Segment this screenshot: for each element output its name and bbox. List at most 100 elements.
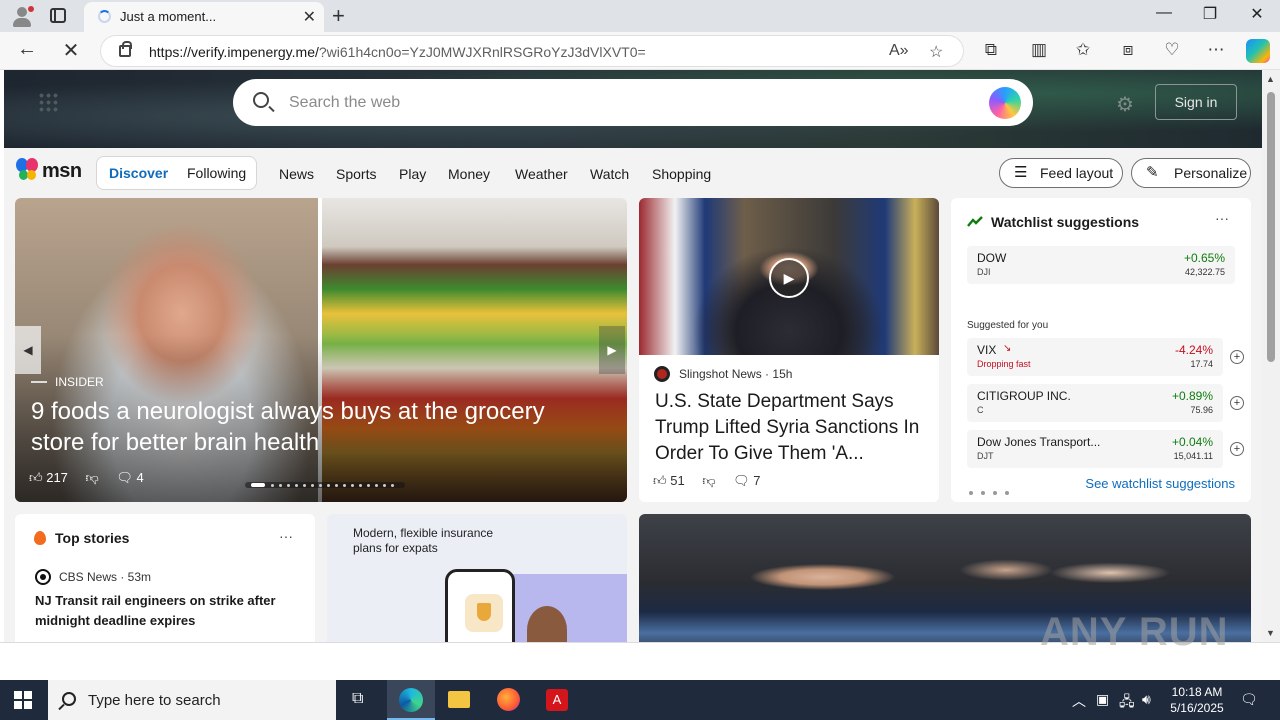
video-source: Slingshot News · 15h [679, 367, 793, 381]
address-toolbar: ← ✕ https://verify.impenergy.me/?wi61h4c… [0, 32, 1280, 70]
nav-play[interactable]: Play [399, 166, 426, 182]
stock-ticker: DJI [977, 267, 991, 277]
hero-headline[interactable]: 9 foods a neurologist always buys at the… [31, 396, 591, 458]
windows-start-icon[interactable] [14, 691, 32, 709]
settings-gear-icon[interactable]: ⚙ [1116, 92, 1134, 117]
add-to-watchlist-button[interactable]: + [1230, 350, 1244, 364]
minimize-button[interactable]: — [1152, 4, 1176, 22]
feed-layout-button[interactable]: ☰ Feed layout [999, 158, 1123, 188]
task-view-icon[interactable]: ⧉ [336, 680, 384, 720]
dislike-icon[interactable]: 👎︎ [86, 470, 99, 485]
watchlist-page-dots[interactable] [969, 482, 1017, 500]
more-menu-icon[interactable]: ⋯ [1204, 40, 1228, 60]
insurance-ad[interactable]: Modern, flexible insurance plans for exp… [327, 514, 627, 642]
nav-watch[interactable]: Watch [590, 166, 629, 182]
video-news-card[interactable]: ▶ Slingshot News · 15h U.S. State Depart… [639, 198, 939, 502]
stock-symbol: VIX [977, 343, 997, 357]
nav-sports[interactable]: Sports [336, 166, 376, 182]
carousel-indicators[interactable] [245, 482, 405, 488]
volume-icon[interactable]: 🔊︎ [1142, 691, 1151, 708]
nav-weather[interactable]: Weather [515, 166, 568, 182]
video-headline[interactable]: U.S. State Department Says Trump Lifted … [655, 389, 927, 467]
top-stories-more-icon[interactable]: ··· [279, 528, 293, 544]
scroll-thumb[interactable] [1267, 92, 1275, 362]
show-hidden-icons[interactable]: ︿ [1072, 691, 1086, 711]
restore-button[interactable]: ❐ [1198, 4, 1222, 24]
scroll-down-icon[interactable]: ▼ [1266, 628, 1275, 638]
profile-icon[interactable] [8, 4, 36, 28]
favorites-icon[interactable]: ✩ [1071, 40, 1095, 60]
watchlist-featured-row[interactable]: DOW DJI +0.65% 42,322.75 [967, 246, 1235, 284]
msn-butterfly-icon [16, 158, 40, 182]
flame-icon [34, 531, 46, 545]
edge-taskbar-icon[interactable] [387, 680, 435, 720]
tab-close-icon[interactable]: ✕ [303, 7, 316, 27]
search-icon [253, 92, 269, 108]
copilot-search-icon[interactable] [989, 87, 1021, 119]
tab-discover[interactable]: Discover [109, 165, 168, 181]
scroll-up-icon[interactable]: ▲ [1266, 74, 1275, 84]
nav-news[interactable]: News [279, 166, 314, 182]
top-story-headline[interactable]: NJ Transit rail engineers on strike afte… [35, 591, 295, 631]
back-button[interactable]: ← [14, 38, 40, 61]
taskbar-search-input[interactable] [88, 690, 318, 710]
tab-following[interactable]: Following [187, 165, 246, 181]
tab-actions-icon[interactable] [50, 8, 66, 23]
watchlist-row-vix[interactable]: VIX ↘ Dropping fast -4.24% 17.74 + [967, 338, 1244, 376]
watchlist-row-djt[interactable]: Dow Jones Transport... DJT +0.04% 15,041… [967, 430, 1244, 468]
apps-grid-icon[interactable] [38, 92, 58, 112]
acrobat-reader-icon[interactable]: A [533, 680, 581, 720]
tab-active[interactable]: Just a moment... ✕ [84, 2, 324, 32]
address-bar[interactable]: https://verify.impenergy.me/?wi61h4cn0o=… [100, 35, 964, 67]
hero-carousel[interactable]: ◀ ▶ INSIDER 9 foods a neurologist always… [15, 198, 627, 502]
browser-essentials-icon[interactable]: ♡ [1160, 40, 1184, 60]
extensions-icon[interactable]: ⧉ [979, 40, 1003, 60]
favorite-star-icon[interactable]: ☆ [929, 42, 943, 62]
copilot-icon[interactable] [1246, 39, 1270, 63]
ad-text: Modern, flexible insurance plans for exp… [353, 526, 494, 555]
msn-logo[interactable]: msn [16, 156, 86, 186]
msn-page: ⚙ Sign in msn Discover Following News Sp… [4, 70, 1262, 642]
like-icon[interactable]: 👍︎ [653, 473, 667, 488]
stop-loading-button[interactable]: ✕ [58, 38, 84, 63]
comment-icon[interactable]: 🗨︎ [733, 473, 750, 488]
window-close-button[interactable]: ✕ [1245, 4, 1269, 24]
split-screen-icon[interactable]: ▥ [1027, 40, 1051, 60]
carousel-prev-button[interactable]: ◀ [15, 326, 41, 374]
file-explorer-icon[interactable] [435, 680, 483, 720]
collections-icon[interactable]: ⧈ [1116, 40, 1140, 60]
carousel-next-button[interactable]: ▶ [599, 326, 625, 374]
watchlist-row-citigroup[interactable]: CITIGROUP INC. C +0.89% 75.96 + [967, 384, 1244, 422]
read-aloud-icon[interactable]: A» [889, 42, 909, 60]
url-text[interactable]: https://verify.impenergy.me/?wi61h4cn0o=… [149, 44, 646, 60]
add-to-watchlist-button[interactable]: + [1230, 442, 1244, 456]
device-tray-icon[interactable]: ▣ [1096, 691, 1109, 708]
top-navigation: msn Discover Following News Sports Play … [4, 148, 1262, 196]
lock-icon[interactable] [119, 41, 132, 57]
system-clock[interactable]: 10:18 AM 5/16/2025 [1162, 684, 1232, 716]
watchlist-more-icon[interactable]: ··· [1215, 210, 1229, 226]
search-input[interactable] [289, 91, 969, 115]
like-count: 217 [46, 470, 68, 485]
notifications-icon[interactable]: 🗨︎ [1240, 691, 1258, 708]
add-to-watchlist-button[interactable]: + [1230, 396, 1244, 410]
web-search-box[interactable] [233, 79, 1033, 126]
comment-icon[interactable]: 🗨︎ [116, 470, 133, 485]
like-icon[interactable]: 👍︎ [29, 470, 43, 485]
personalize-button[interactable]: ✎ Personalize [1131, 158, 1251, 188]
new-tab-button[interactable]: + [332, 3, 345, 29]
play-icon[interactable]: ▶ [769, 258, 809, 298]
dislike-icon[interactable]: 👎︎ [702, 473, 715, 488]
see-watchlist-link[interactable]: See watchlist suggestions [1085, 476, 1235, 491]
stock-change: +0.65% [1183, 251, 1225, 265]
stock-change: +0.89% [1171, 389, 1213, 403]
taskbar-search-box[interactable] [48, 680, 336, 720]
taskbar-search-icon [62, 692, 76, 706]
nav-shopping[interactable]: Shopping [652, 166, 711, 182]
tab-title: Just a moment... [120, 9, 217, 24]
network-icon[interactable]: 🖧︎ [1119, 691, 1135, 715]
page-scrollbar[interactable]: ▲ ▼ [1262, 70, 1280, 642]
firefox-icon[interactable] [484, 680, 532, 720]
nav-money[interactable]: Money [448, 166, 490, 182]
sign-in-button[interactable]: Sign in [1155, 84, 1237, 120]
